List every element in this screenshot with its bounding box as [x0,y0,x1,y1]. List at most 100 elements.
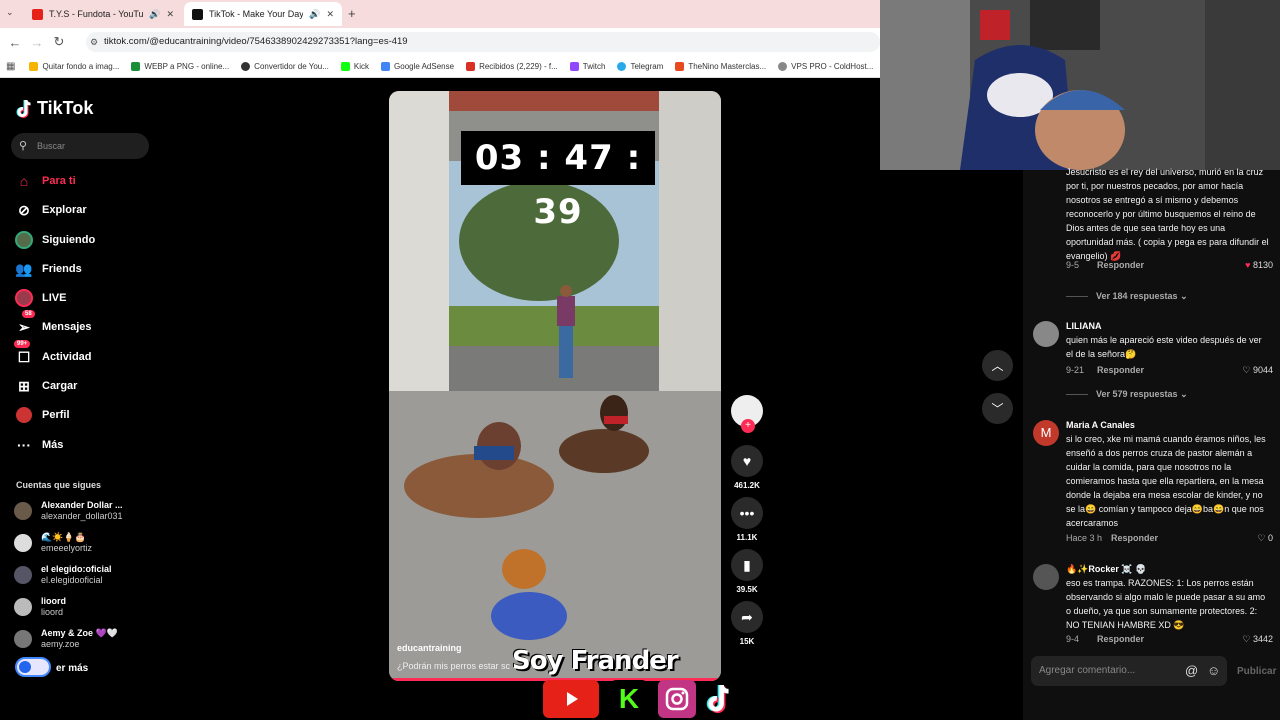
tiktok-note-icon [16,99,31,118]
home-icon: ⌂ [19,173,29,189]
speaker-icon[interactable]: 🔊 [149,9,160,20]
comment-button[interactable]: ••• 11.1K [731,497,763,542]
search-input[interactable]: ⚲ Buscar [11,133,149,159]
video-username[interactable]: educantraining [397,643,462,653]
chevron-down-icon: ⌄ [1180,389,1188,399]
see-more-link[interactable]: er más [56,663,88,674]
captions-icon[interactable]: ⎘ [397,101,405,112]
bookmark[interactable]: Quitar fondo a imag... [29,62,119,71]
activity-icon: ☐ 99+ [14,340,34,367]
nav-item-siguiendo[interactable]: Siguiendo [14,228,95,252]
url-text: tiktok.com/@educantraining/video/7546338… [104,36,408,47]
heart-outline-icon: ♡ [1242,365,1251,375]
reply-button[interactable]: Responder [1097,260,1144,270]
youtube-favicon-icon [32,8,43,20]
bookmark[interactable]: VPS PRO - ColdHost... [778,62,873,71]
followed-account[interactable]: Alexander Dollar ... alexander_dollar031 [14,500,123,522]
share-button[interactable]: ➦ 15K [731,601,763,646]
previous-video-button[interactable]: ︿ [982,350,1013,381]
extension-toggle[interactable] [15,657,51,677]
view-replies-button[interactable]: Ver 184 respuestas ⌄ [1066,291,1188,302]
logo-text: TikTok [37,98,94,118]
profile-icon [14,405,34,425]
search-placeholder: Buscar [37,141,66,151]
followed-account[interactable]: lioord lioord [14,596,66,618]
reply-button[interactable]: Responder [1097,365,1144,375]
nav-item-cargar[interactable]: ⊞ Cargar [14,374,77,398]
site-info-icon[interactable]: ⚙ [90,32,98,52]
back-icon[interactable]: ← [4,35,26,50]
nav-item-perfil[interactable]: Perfil [14,403,70,427]
tiktok-logo[interactable]: TikTok [16,98,93,119]
speaker-icon[interactable]: 🔊 [309,9,320,20]
nav-item-explorar[interactable]: ⊘ Explorar [14,198,87,222]
bookmark[interactable]: Google AdSense [381,62,454,71]
comment-date: 9-5 [1066,260,1080,270]
bookmark[interactable]: TheNino Masterclas... [675,62,766,71]
reply-button[interactable]: Responder [1111,533,1158,543]
tab-youtube[interactable]: T.Y.S - Fundota - YouTube 🔊 ✕ [24,2,182,26]
followed-account[interactable]: 🌊☀️🍦🎂 emeeelyortiz [14,532,92,554]
next-video-button[interactable]: ﹀ [982,393,1013,424]
bookmark[interactable]: Recibidos (2,229) - f... [466,62,558,71]
commenter-name[interactable]: 🔥✨Rocker ☠️ 💀 [1066,564,1146,575]
post-comment-button[interactable]: Publicar [1237,666,1276,677]
activity-count-badge: 99+ [14,340,31,348]
commenter-name[interactable]: Maria A Canales [1066,420,1135,430]
commenter-name[interactable]: LILIANA [1066,321,1102,331]
commenter-avatar[interactable] [1033,564,1059,590]
emoji-icon[interactable]: ☺ [1207,656,1220,686]
commenter-avatar[interactable]: M [1033,420,1059,446]
forward-icon[interactable]: → [26,35,48,50]
toggle-knob-icon [19,661,31,673]
youtube-logo-icon [543,680,599,718]
creator-avatar-button[interactable]: + [731,395,763,433]
webcam-feed [880,0,1280,170]
tab-tiktok[interactable]: TikTok - Make Your Day 🔊 ✕ [184,2,342,26]
bookmark[interactable]: Telegram [617,62,663,71]
nav-item-live[interactable]: LIVE [14,286,66,310]
comments-panel: Jesucristo es el rey del universo, murió… [1023,167,1280,720]
save-button[interactable]: ▮ 39.5K [731,549,763,594]
comment-item: M Maria A Canales si lo creo, xke mi mam… [1033,420,1273,550]
comment-placeholder: Agregar comentario... [1039,665,1136,676]
close-icon[interactable]: ✕ [326,9,334,20]
comment-like-button[interactable]: ♡ 0 [1257,533,1273,544]
tiktok-favicon-icon [192,8,203,20]
reply-button[interactable]: Responder [1097,634,1144,644]
bookmark[interactable]: Convertidor de You... [241,62,329,71]
nav-item-actividad[interactable]: ☐ 99+ Actividad [14,340,92,369]
comment-like-button[interactable]: ♡ 3442 [1242,634,1273,645]
countdown-timer: 03 : 47 : 39 [461,131,655,232]
tab-search-icon[interactable]: ⌄ [6,7,14,18]
streamer-brand-overlay: Soy Frander [512,646,679,676]
followed-account[interactable]: el elegido:oficial el.elegidooficial [14,564,112,586]
nav-item-friends[interactable]: 👥 Friends [14,257,81,281]
compass-icon: ⊘ [18,201,30,218]
avatar [14,534,32,552]
nav-item-para-ti[interactable]: ⌂ Para ti [14,169,76,193]
view-replies-button[interactable]: Ver 579 respuestas ⌄ [1066,389,1188,400]
like-button[interactable]: ♥ 461.2K [731,445,763,490]
comment-like-button[interactable]: ♥ 8130 [1245,260,1273,270]
comment-like-button[interactable]: ♡ 9044 [1242,365,1273,376]
reload-icon[interactable]: ↻ [48,34,70,50]
bookmark[interactable]: Twitch [569,62,605,71]
friends-icon: 👥 [15,260,33,277]
comment-input[interactable]: Agregar comentario... @ ☺ [1031,656,1227,686]
commenter-avatar[interactable] [1033,321,1059,347]
follow-plus-icon[interactable]: + [741,419,755,433]
followed-account[interactable]: Aemy & Zoe 💜🤍 aemy.zoe [14,628,118,650]
avatar [14,502,32,520]
video-player[interactable]: 03 : 47 : 39 ⎘ educantraining ¿Podrán mi… [389,91,721,681]
close-icon[interactable]: ✕ [166,9,174,20]
new-tab-button[interactable]: + [348,6,356,21]
bookmark[interactable]: WEBP a PNG - online... [131,62,229,71]
nav-item-mas[interactable]: ··· Más [14,433,63,457]
chevron-down-icon: ﹀ [991,402,1004,416]
bookmark[interactable]: Kick [340,62,369,71]
url-field[interactable]: ⚙ tiktok.com/@educantraining/video/75463… [86,32,880,52]
nav-item-mensajes[interactable]: ➢ 58 Mensajes [14,310,92,339]
apps-grid-icon[interactable]: ▦ [6,61,15,72]
mention-icon[interactable]: @ [1185,656,1198,686]
